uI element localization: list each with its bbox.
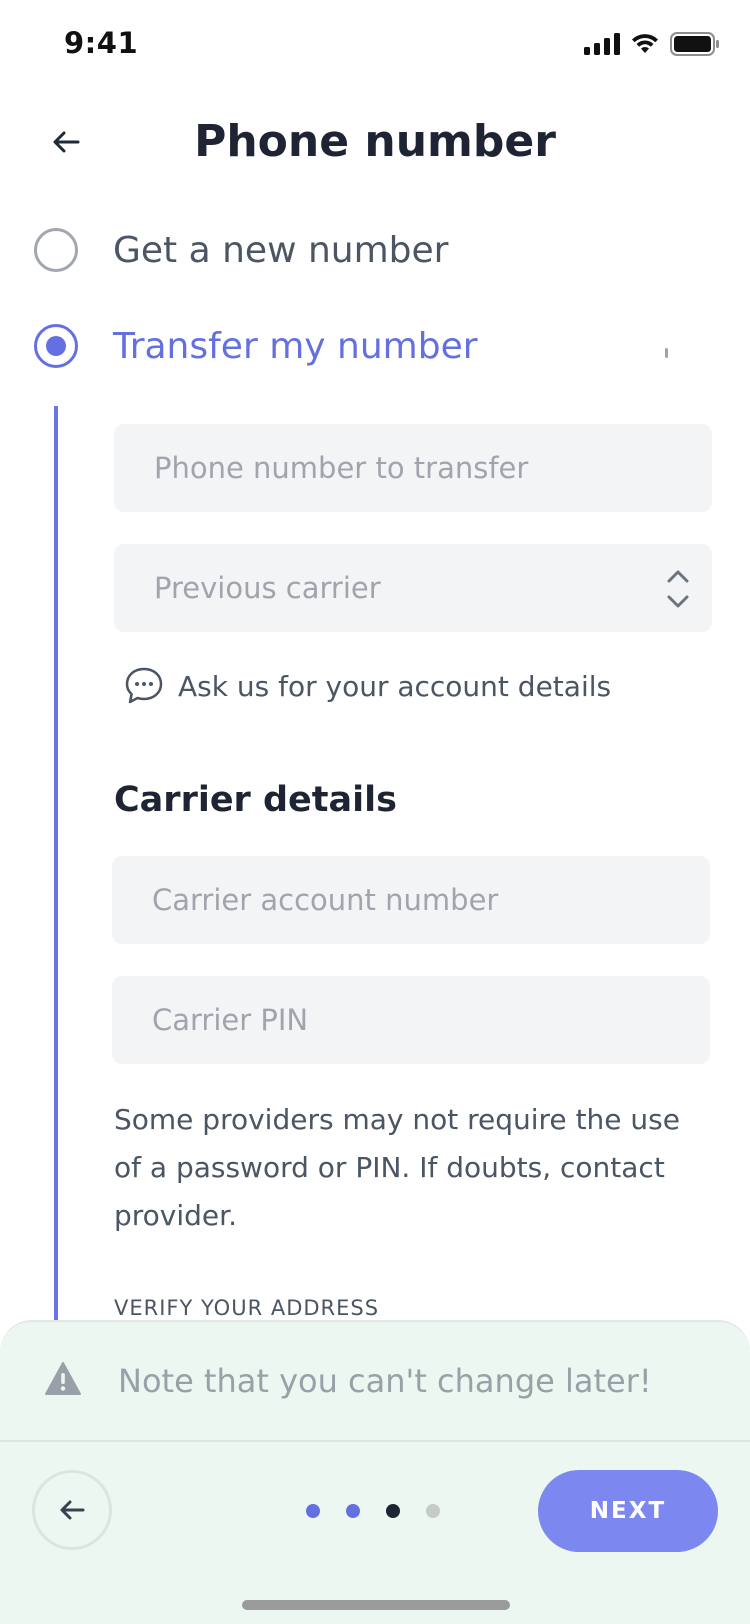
warning-icon — [45, 1362, 81, 1395]
wifi-icon — [632, 34, 658, 53]
radio-transfer-number[interactable] — [34, 324, 78, 368]
status-icons — [584, 32, 720, 56]
step-dot — [386, 1504, 400, 1518]
option-transfer-number[interactable]: Transfer my number — [34, 324, 478, 368]
status-time: 9:41 — [64, 26, 139, 60]
carrier-helper-text: Some providers may not require the use o… — [114, 1103, 680, 1232]
battery-icon — [670, 32, 719, 56]
ask-link-text: Ask us for your account details — [178, 669, 612, 703]
verify-address-heading: VERIFY YOUR ADDRESS — [114, 1296, 380, 1320]
chevron-up-down-icon — [667, 570, 689, 608]
phone-number-input[interactable]: Phone number to transfer — [114, 424, 712, 512]
scroll-indicator — [665, 348, 668, 358]
page-title: Phone number — [194, 116, 556, 167]
note-banner: Note that you can't change later! — [0, 1322, 750, 1442]
carrier-details-title: Carrier details — [114, 780, 397, 820]
option-new-number[interactable]: Get a new number — [34, 228, 448, 272]
selected-option-indicator-line — [54, 406, 58, 1320]
step-dot — [306, 1504, 320, 1518]
next-button[interactable]: NEXT — [538, 1470, 718, 1552]
status-bar: 9:41 — [0, 0, 750, 92]
note-text: Note that you can't change later! — [118, 1362, 652, 1400]
step-dot — [346, 1504, 360, 1518]
carrier-account-input[interactable]: Carrier account number — [112, 856, 710, 944]
step-indicator — [306, 1504, 440, 1518]
bottom-sheet: Note that you can't change later! NEXT — [0, 1320, 750, 1624]
chat-bubble-icon — [125, 667, 163, 704]
cellular-signal-icon — [584, 33, 620, 55]
header: Phone number — [0, 100, 750, 188]
previous-carrier-placeholder: Previous carrier — [154, 571, 381, 605]
arrow-left-icon — [60, 1500, 85, 1520]
home-indicator — [242, 1600, 510, 1610]
ask-account-details-link[interactable]: Ask us for your account details — [124, 666, 611, 706]
radio-new-number[interactable] — [34, 228, 78, 272]
footer-back-button[interactable] — [32, 1470, 112, 1550]
option-label: Transfer my number — [113, 325, 478, 367]
carrier-pin-input[interactable]: Carrier PIN — [112, 976, 710, 1064]
step-dot — [426, 1504, 440, 1518]
option-label: Get a new number — [113, 229, 449, 271]
previous-carrier-select[interactable]: Previous carrier — [114, 544, 712, 632]
